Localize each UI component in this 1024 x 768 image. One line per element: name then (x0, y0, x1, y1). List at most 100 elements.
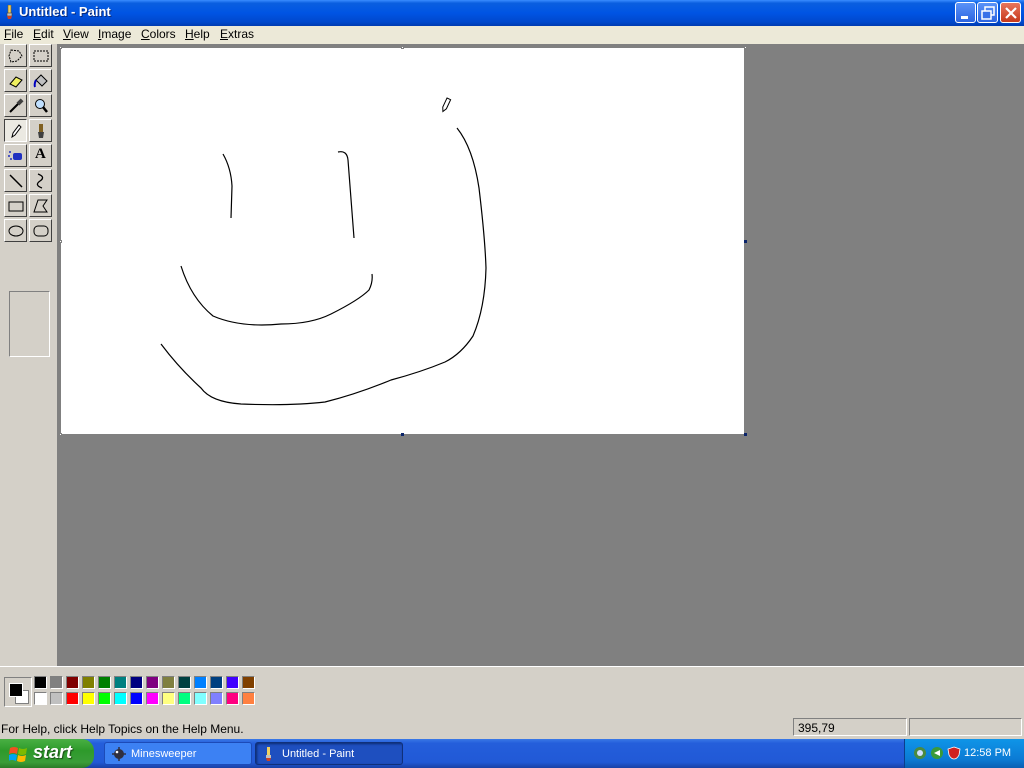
tool-options-box[interactable] (9, 291, 50, 357)
menu-help[interactable]: Help (185, 27, 210, 41)
restore-button[interactable] (977, 2, 998, 23)
palette-swatch[interactable] (210, 676, 223, 689)
tool-curve[interactable] (29, 169, 52, 192)
tool-ellipse[interactable] (4, 219, 27, 242)
tool-line[interactable] (4, 169, 27, 192)
rectangle-icon (8, 201, 24, 212)
free-form-select-icon (8, 49, 23, 63)
tool-fill[interactable] (29, 69, 52, 92)
tool-eraser[interactable] (4, 69, 27, 92)
menu-file[interactable]: File (4, 27, 23, 41)
workspace (58, 44, 1024, 666)
tool-text[interactable]: A (29, 144, 52, 167)
palette-swatch[interactable] (50, 692, 63, 705)
palette-swatch[interactable] (50, 676, 63, 689)
minimize-icon (961, 16, 968, 19)
magnifier-icon (35, 99, 48, 113)
current-colors[interactable] (4, 677, 32, 707)
close-icon (1005, 7, 1017, 19)
palette-swatch[interactable] (146, 692, 159, 705)
windows-flag-icon (9, 747, 27, 762)
palette-swatch[interactable] (226, 676, 239, 689)
paint-app-icon (6, 5, 13, 19)
pencil-icon (11, 124, 22, 139)
title-bar[interactable]: Untitled - Paint (0, 0, 1024, 26)
network-icon[interactable] (913, 746, 927, 760)
airbrush-icon (8, 151, 22, 160)
resize-handle-bottom[interactable] (401, 433, 404, 436)
resize-handle-bottom-right[interactable] (744, 433, 747, 436)
status-help-text: For Help, click Help Topics on the Help … (1, 722, 244, 736)
taskbar-item-minesweeper[interactable]: Minesweeper (104, 742, 252, 765)
foreground-color (9, 683, 23, 697)
system-tray: 12:58 PM (904, 739, 1024, 768)
stroke-smile (180, 265, 373, 326)
pencil-cursor-icon (442, 97, 452, 113)
resize-handle-left (59, 240, 62, 243)
palette-swatch[interactable] (226, 692, 239, 705)
taskbar-item-label: Minesweeper (131, 748, 197, 760)
palette-swatch[interactable] (34, 692, 47, 705)
palette-swatch[interactable] (178, 676, 191, 689)
text-tool-icon: A (35, 146, 46, 162)
line-icon (9, 174, 23, 188)
menu-bar: File Edit View Image Colors Help Extras (0, 26, 1024, 44)
palette-swatch[interactable] (66, 676, 79, 689)
tool-pick-color[interactable] (4, 94, 27, 117)
cursor-position-panel: 395,79 (793, 718, 907, 736)
menu-image[interactable]: Image (98, 27, 131, 41)
restore-icon (981, 6, 995, 20)
palette-swatch[interactable] (162, 676, 175, 689)
close-button[interactable] (1000, 2, 1021, 23)
security-shield-icon[interactable] (947, 746, 961, 760)
speaker-icon[interactable] (930, 746, 944, 760)
window-title: Untitled - Paint (19, 4, 111, 19)
palette-swatch[interactable] (98, 692, 111, 705)
resize-handle-bottom-left (59, 433, 62, 436)
palette-swatch[interactable] (82, 692, 95, 705)
palette-swatch[interactable] (66, 692, 79, 705)
palette-swatch[interactable] (130, 692, 143, 705)
menu-view[interactable]: View (63, 27, 89, 41)
ellipse-icon (8, 225, 24, 237)
tool-magnifier[interactable] (29, 94, 52, 117)
palette-swatch[interactable] (34, 676, 47, 689)
resize-handle-top-right (744, 46, 747, 49)
palette-swatch[interactable] (130, 676, 143, 689)
canvas-drawing (160, 97, 487, 406)
palette-swatch[interactable] (114, 676, 127, 689)
palette-swatch[interactable] (194, 676, 207, 689)
palette-swatch[interactable] (242, 676, 255, 689)
resize-handle-right[interactable] (744, 240, 747, 243)
menu-colors[interactable]: Colors (141, 27, 176, 41)
tool-rounded-rectangle[interactable] (29, 219, 52, 242)
palette-swatch[interactable] (242, 692, 255, 705)
palette-swatch[interactable] (114, 692, 127, 705)
palette-swatch[interactable] (82, 676, 95, 689)
tool-free-form-select[interactable] (4, 44, 27, 67)
tool-pencil[interactable] (4, 119, 27, 142)
palette-swatch[interactable] (146, 676, 159, 689)
palette-swatch[interactable] (178, 692, 191, 705)
tool-polygon[interactable] (29, 194, 52, 217)
toolbox: A (0, 44, 58, 666)
eraser-icon (9, 76, 23, 88)
tool-airbrush[interactable] (4, 144, 27, 167)
palette-swatch[interactable] (210, 692, 223, 705)
start-button[interactable]: start (0, 739, 94, 768)
start-label: start (33, 742, 73, 762)
drawing-canvas[interactable] (61, 48, 744, 434)
resize-handle-top-left (59, 46, 62, 49)
paint-taskbar-icon (266, 747, 271, 761)
tool-select[interactable] (29, 44, 52, 67)
taskbar-item-paint[interactable]: Untitled - Paint (255, 742, 403, 765)
menu-edit[interactable]: Edit (33, 27, 54, 41)
tool-rectangle[interactable] (4, 194, 27, 217)
tool-brush[interactable] (29, 119, 52, 142)
palette-swatch[interactable] (98, 676, 111, 689)
palette-swatch[interactable] (162, 692, 175, 705)
menu-extras[interactable]: Extras (220, 27, 254, 41)
status-bar: For Help, click Help Topics on the Help … (0, 714, 1024, 739)
minimize-button[interactable] (955, 2, 976, 23)
palette-swatch[interactable] (194, 692, 207, 705)
